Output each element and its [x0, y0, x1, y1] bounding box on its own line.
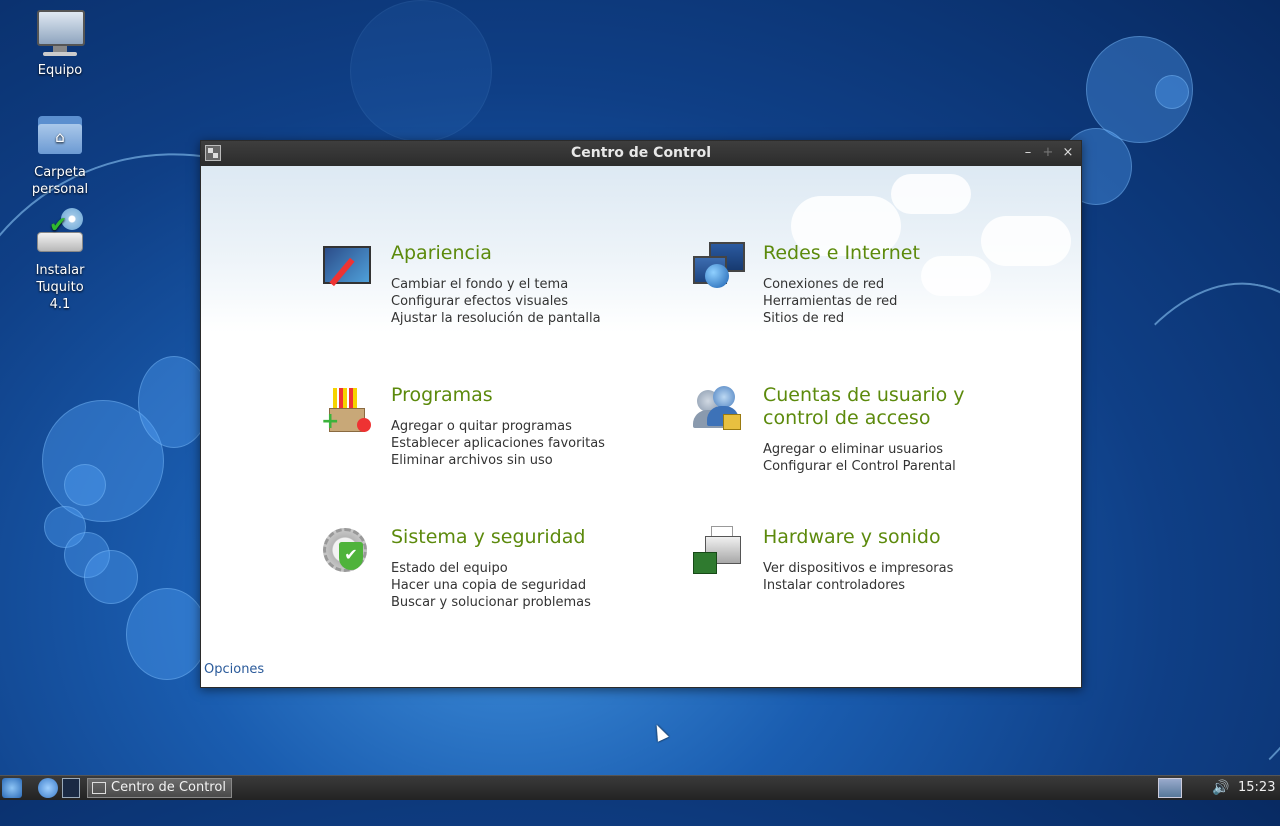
clock[interactable]: 15:23	[1238, 778, 1278, 798]
volume-icon[interactable]: 🔊	[1210, 778, 1232, 798]
minimize-button[interactable]: –	[1019, 144, 1037, 162]
category-title[interactable]: Cuentas de usuario y control de acceso	[763, 384, 1023, 430]
link-aplicaciones-favoritas[interactable]: Establecer aplicaciones favoritas	[391, 435, 605, 452]
link-sitios-red[interactable]: Sitios de red	[763, 310, 897, 327]
programs-icon[interactable]: +	[321, 384, 371, 434]
category-title[interactable]: Programas	[391, 384, 651, 407]
installer-icon: ✔	[35, 208, 85, 258]
taskbar-task-control-center[interactable]: Centro de Control	[87, 778, 232, 798]
link-cambiar-fondo[interactable]: Cambiar el fondo y el tema	[391, 276, 601, 293]
taskbar: Centro de Control 🔊 15:23	[0, 775, 1280, 800]
category-links: Agregar o quitar programas Establecer ap…	[391, 418, 605, 469]
desktop-icon-equipo[interactable]: Equipo	[10, 8, 110, 79]
link-solucionar-problemas[interactable]: Buscar y solucionar problemas	[391, 594, 591, 611]
category-links: Ver dispositivos e impresoras Instalar c…	[763, 560, 953, 594]
mouse-cursor	[651, 722, 669, 742]
category-links: Cambiar el fondo y el tema Configurar ef…	[391, 276, 601, 327]
maximize-button[interactable]: +	[1039, 144, 1057, 162]
control-center-content: Apariencia Cambiar el fondo y el tema Co…	[201, 166, 1081, 687]
desktop-icon-label: Instalar Tuquito 4.1	[35, 263, 85, 312]
category-redes: Redes e Internet Conexiones de red Herra…	[693, 242, 1023, 332]
category-links: Estado del equipo Hacer una copia de seg…	[391, 560, 591, 611]
category-title[interactable]: Sistema y seguridad	[391, 526, 651, 549]
category-title[interactable]: Redes e Internet	[763, 242, 1023, 265]
desktop-icon-instalar-tuquito[interactable]: ✔ Instalar Tuquito 4.1	[10, 208, 110, 313]
show-desktop-icon[interactable]	[62, 778, 80, 798]
link-conexiones[interactable]: Conexiones de red	[763, 276, 897, 293]
link-agregar-quitar-programas[interactable]: Agregar o quitar programas	[391, 418, 605, 435]
control-center-window: Centro de Control – + × Apariencia Cambi…	[200, 140, 1082, 688]
window-app-icon	[92, 782, 106, 794]
category-sistema: ✔ Sistema y seguridad Estado del equipo …	[321, 526, 651, 616]
computer-icon	[35, 8, 85, 58]
link-efectos-visuales[interactable]: Configurar efectos visuales	[391, 293, 601, 310]
category-programas: + Programas Agregar o quitar programas E…	[321, 384, 651, 474]
link-control-parental[interactable]: Configurar el Control Parental	[763, 458, 956, 475]
network-icon[interactable]	[693, 242, 745, 292]
window-titlebar[interactable]: Centro de Control – + ×	[201, 141, 1081, 166]
start-menu-icon[interactable]	[2, 778, 22, 798]
link-resolucion[interactable]: Ajustar la resolución de pantalla	[391, 310, 601, 327]
link-copia-seguridad[interactable]: Hacer una copia de seguridad	[391, 577, 591, 594]
network-tray-icon[interactable]	[1158, 778, 1182, 798]
options-link[interactable]: Opciones	[204, 662, 264, 677]
appearance-icon[interactable]	[321, 242, 371, 292]
hardware-icon[interactable]	[693, 526, 743, 576]
link-dispositivos-impresoras[interactable]: Ver dispositivos e impresoras	[763, 560, 953, 577]
close-button[interactable]: ×	[1059, 144, 1077, 162]
users-icon[interactable]	[693, 384, 743, 434]
link-eliminar-archivos[interactable]: Eliminar archivos sin uso	[391, 452, 605, 469]
taskbar-task-label: Centro de Control	[111, 780, 226, 795]
category-title[interactable]: Apariencia	[391, 242, 651, 265]
category-links: Agregar o eliminar usuarios Configurar e…	[763, 441, 956, 475]
category-cuentas: Cuentas de usuario y control de acceso A…	[693, 384, 1023, 484]
desktop-icon-carpeta-personal[interactable]: ⌂ Carpeta personal	[10, 110, 110, 198]
desktop-icon-label: Carpeta personal	[31, 165, 89, 197]
desktop-icon-label: Equipo	[37, 63, 83, 78]
category-apariencia: Apariencia Cambiar el fondo y el tema Co…	[321, 242, 651, 332]
home-folder-icon: ⌂	[35, 110, 85, 160]
browser-launcher-icon[interactable]	[38, 778, 58, 798]
category-hardware: Hardware y sonido Ver dispositivos e imp…	[693, 526, 1023, 616]
system-security-icon[interactable]: ✔	[321, 526, 371, 576]
link-agregar-eliminar-usuarios[interactable]: Agregar o eliminar usuarios	[763, 441, 956, 458]
link-herramientas-red[interactable]: Herramientas de red	[763, 293, 897, 310]
link-estado-equipo[interactable]: Estado del equipo	[391, 560, 591, 577]
link-instalar-controladores[interactable]: Instalar controladores	[763, 577, 953, 594]
category-links: Conexiones de red Herramientas de red Si…	[763, 276, 897, 327]
window-title: Centro de Control	[570, 145, 712, 161]
category-title[interactable]: Hardware y sonido	[763, 526, 1023, 549]
